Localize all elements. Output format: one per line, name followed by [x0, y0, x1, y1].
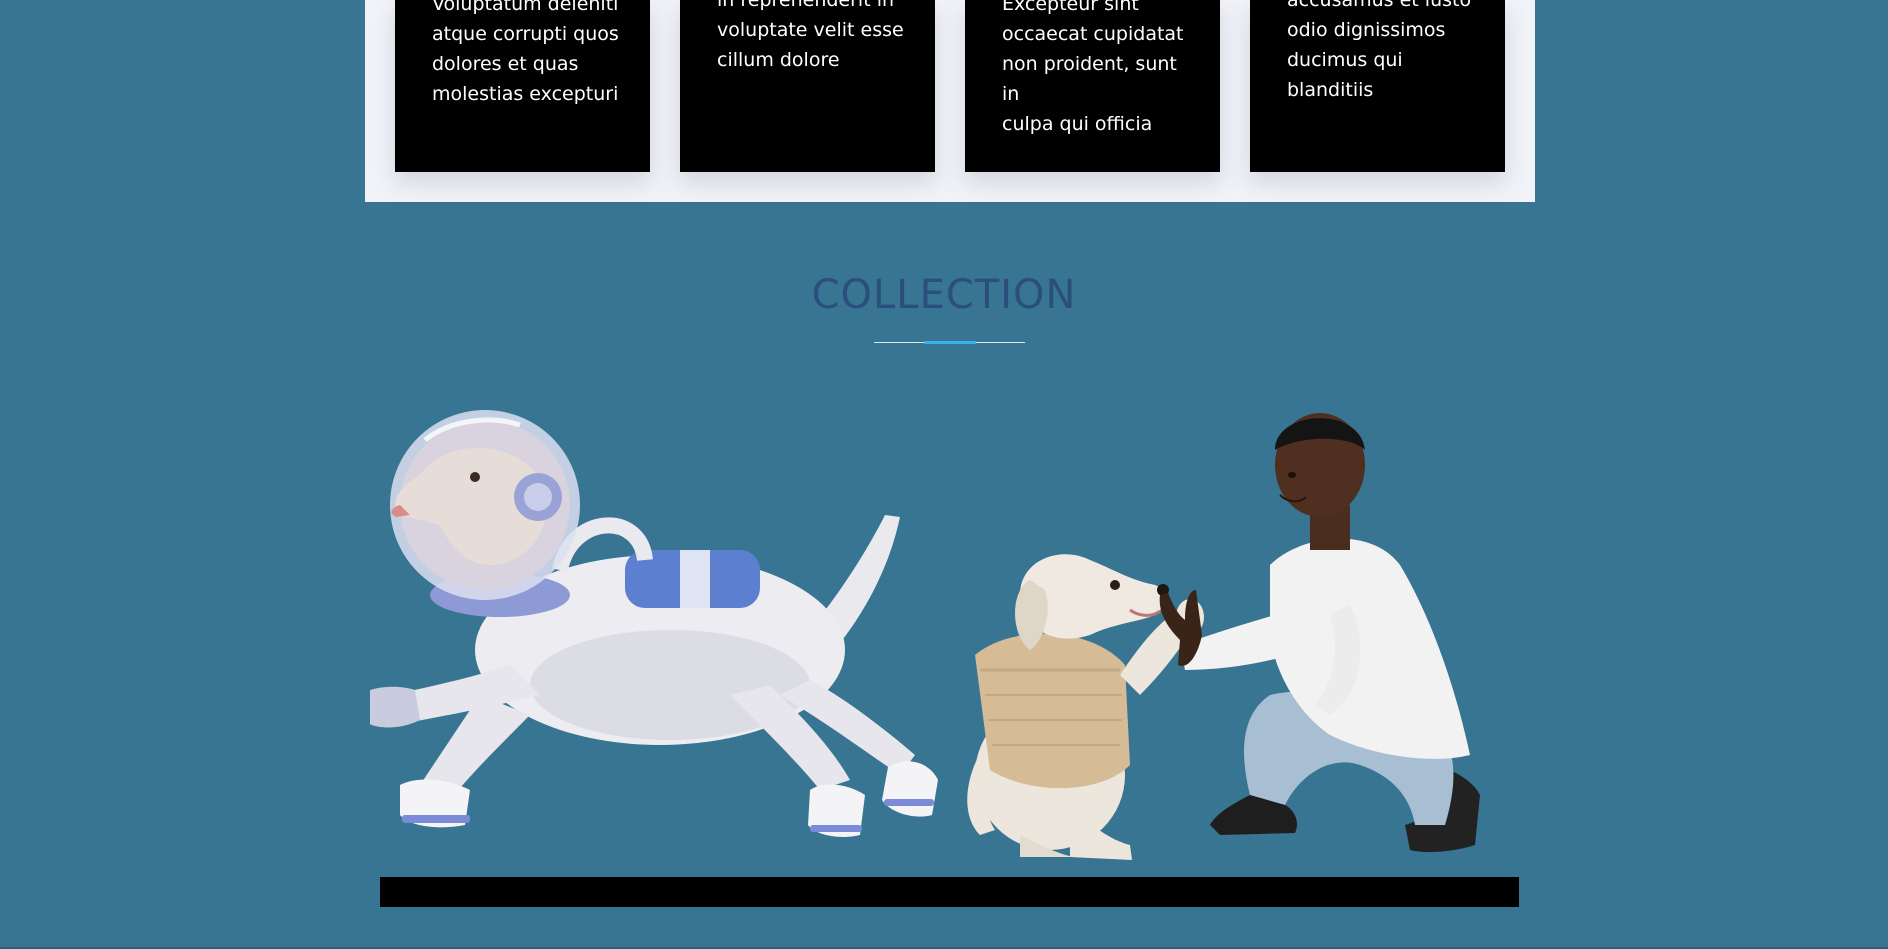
astronaut-dog-image	[370, 410, 938, 837]
feature-card: in reprehenderit in voluptate velit esse…	[680, 0, 935, 172]
feature-card-text: Voluptatum deleniti atque corrupti quos …	[432, 0, 619, 105]
collection-title: COLLECTION	[811, 272, 1077, 318]
collection-footer-bar	[380, 877, 1519, 907]
title-underline-accent	[924, 341, 976, 344]
features-panel: Voluptatum deleniti atque corrupti quos …	[365, 0, 1535, 202]
feature-card: accusamus et iusto odio dignissimos duci…	[1250, 0, 1505, 172]
page: Voluptatum deleniti atque corrupti quos …	[0, 0, 1888, 949]
collection-illustration	[370, 410, 1480, 860]
feature-card-text: accusamus et iusto odio dignissimos duci…	[1287, 0, 1472, 101]
feature-card-text: Excepteur sint occaecat cupidatat non pr…	[1002, 0, 1184, 135]
feature-card: Excepteur sint occaecat cupidatat non pr…	[965, 0, 1220, 172]
boy-image	[1159, 413, 1480, 853]
feature-card: Voluptatum deleniti atque corrupti quos …	[395, 0, 650, 172]
feature-card-text: in reprehenderit in voluptate velit esse…	[717, 0, 904, 71]
